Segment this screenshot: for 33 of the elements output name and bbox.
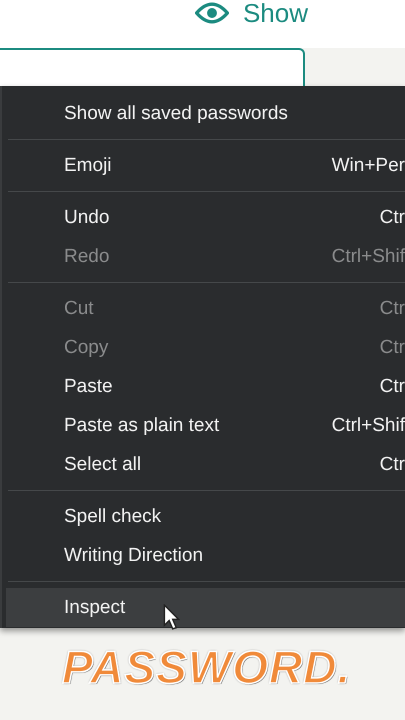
- shortcut-text: Ctr: [380, 336, 405, 358]
- menu-item-label: Writing Direction: [64, 544, 204, 566]
- shortcut-text: Ctrl+Shif: [332, 246, 405, 268]
- menu-item-label: Cut: [64, 298, 94, 320]
- shortcut-text: Ctrl+Shif: [332, 414, 405, 436]
- menu-item[interactable]: Writing Direction: [6, 536, 405, 575]
- eye-icon: [194, 2, 229, 24]
- menu-item[interactable]: Emoji Win+Per: [6, 146, 405, 185]
- menu-item-label: Show all saved passwords: [64, 102, 288, 124]
- menu-item[interactable]: Select all Ctr: [6, 445, 405, 484]
- menu-item[interactable]: Paste as plain text Ctrl+Shif: [6, 406, 405, 445]
- menu-item[interactable]: Show all saved passwords: [6, 94, 405, 133]
- menu-item[interactable]: Undo Ctr: [6, 198, 405, 237]
- menu-item[interactable]: Inspect: [6, 588, 405, 627]
- menu-item-label: Redo: [64, 246, 110, 268]
- shortcut-text: Win+Per: [332, 154, 405, 176]
- menu-item-label: Select all: [64, 454, 142, 476]
- shortcut-text: Ctr: [380, 376, 405, 398]
- shortcut-text: Ctr: [380, 454, 405, 476]
- shortcut-text: Ctr: [380, 206, 405, 228]
- shortcut-text: Ctr: [380, 298, 405, 320]
- menu-item-label: Copy: [64, 336, 108, 358]
- menu-item-label: Spell check: [64, 506, 162, 528]
- menu-item[interactable]: Paste Ctr: [6, 367, 405, 406]
- password-field[interactable]: [0, 48, 305, 86]
- menu-item-label: Undo: [64, 206, 110, 228]
- menu-item-label: Paste as plain text: [64, 414, 220, 436]
- show-password-button[interactable]: Show: [194, 0, 308, 28]
- caption-text: PASSWORD.: [62, 640, 352, 694]
- menu-item-label: Paste: [64, 376, 113, 398]
- menu-item[interactable]: Spell check: [6, 497, 405, 536]
- menu-item-label: Emoji: [64, 154, 112, 176]
- menu-item-label: Inspect: [64, 596, 126, 618]
